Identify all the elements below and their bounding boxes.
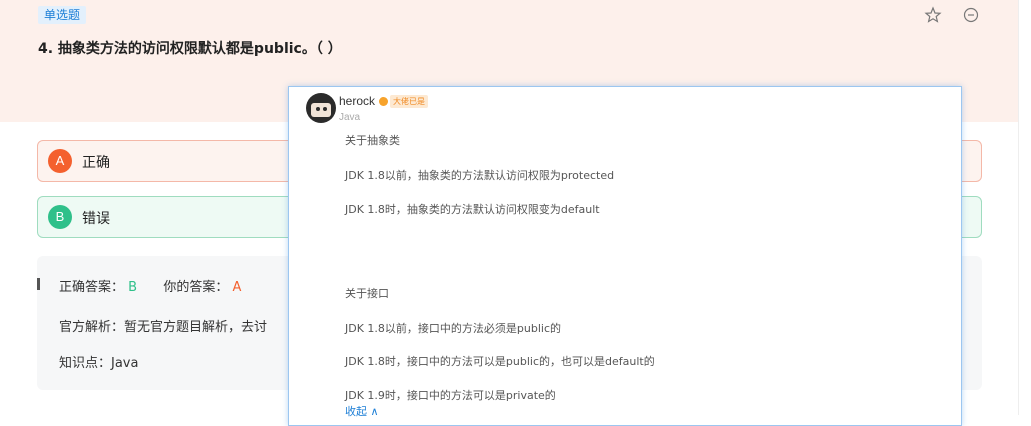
official-analysis: 官方解析：暂无官方题目解析，去讨: [59, 320, 268, 335]
star-icon[interactable]: [924, 6, 942, 24]
comment-line: JDK 1.8时，抽象类的方法默认访问权限变为default: [345, 203, 600, 216]
question-title: 4. 抽象类方法的访问权限默认都是public。（ ）: [38, 41, 342, 57]
comment-line: JDK 1.8以前，抽象类的方法默认访问权限为protected: [345, 169, 615, 182]
answer-row: 正确答案： B 你的答案： A: [59, 276, 241, 295]
minus-circle-icon[interactable]: [962, 6, 980, 24]
option-text: 正确: [82, 155, 110, 171]
your-answer-value: A: [232, 280, 242, 295]
correct-answer-value: B: [128, 280, 138, 295]
level-badge: 大佬已是: [390, 95, 428, 108]
option-text: 错误: [82, 211, 110, 227]
comment-line: JDK 1.8时，接口中的方法可以是public的，也可以是default的: [345, 355, 655, 368]
knowledge-point[interactable]: 知识点：Java: [59, 352, 138, 371]
comment-line: 关于抽象类: [345, 134, 400, 147]
correct-answer-label: 正确答案：: [59, 280, 125, 295]
user-tag: Java: [339, 112, 361, 123]
option-letter-badge: B: [48, 205, 72, 229]
option-letter-badge: A: [48, 149, 72, 173]
comment-popup: herock 大佬已是 Java 关于抽象类 JDK 1.8以前，抽象类的方法默…: [288, 86, 962, 426]
scrollbar[interactable]: [1018, 0, 1031, 415]
comment-line: 关于接口: [345, 287, 389, 300]
section-marker: [37, 278, 40, 290]
medal-icon: [379, 97, 388, 106]
collapse-link[interactable]: 收起 ∧: [345, 403, 379, 419]
your-answer-label: 你的答案：: [163, 280, 229, 295]
avatar[interactable]: [306, 93, 336, 123]
comment-line: JDK 1.8以前，接口中的方法必须是public的: [345, 322, 562, 335]
question-type-tag: 单选题: [38, 6, 87, 24]
username[interactable]: herock: [339, 94, 375, 108]
comment-line: JDK 1.9时，接口中的方法可以是private的: [345, 389, 556, 402]
